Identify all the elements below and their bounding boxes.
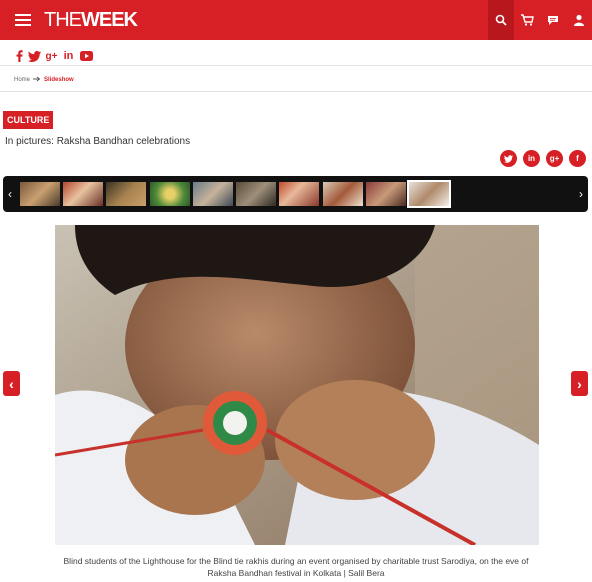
photo-caption: Blind students of the Lighthouse for the…	[20, 555, 572, 579]
linkedin-share-label: in	[527, 154, 536, 163]
caption-line-1: Blind students of the Lighthouse for the…	[63, 556, 529, 566]
share-buttons: in g+ f	[500, 150, 586, 167]
thumbnail-3[interactable]	[106, 182, 146, 206]
slide-next-button[interactable]: ›	[571, 371, 588, 396]
header-icons	[488, 0, 592, 40]
chevron-right-icon: ›	[577, 375, 582, 392]
thumbnail-4[interactable]	[150, 182, 190, 206]
search-icon[interactable]	[488, 0, 514, 40]
thumbnail-9[interactable]	[366, 182, 406, 206]
thumbnail-7[interactable]	[279, 182, 319, 206]
facebook-icon[interactable]	[15, 50, 23, 62]
page-title: In pictures: Raksha Bandhan celebrations	[5, 136, 191, 147]
top-header: THEWEEK	[0, 0, 592, 40]
thumbnail-5[interactable]	[193, 182, 233, 206]
logo-the: THE	[44, 9, 82, 31]
thumbnail-10-active[interactable]	[407, 180, 451, 208]
chat-icon[interactable]	[540, 0, 566, 40]
facebook-share-label: f	[576, 154, 579, 163]
youtube-icon[interactable]	[80, 50, 93, 62]
user-icon[interactable]	[566, 0, 592, 40]
google-plus-label: g+	[45, 50, 58, 62]
chevron-right-icon: ›	[579, 187, 583, 201]
chevron-left-icon: ‹	[8, 187, 12, 201]
thumbnail-8[interactable]	[323, 182, 363, 206]
cart-icon[interactable]	[514, 0, 540, 40]
breadcrumb-current: Slideshow	[44, 77, 74, 83]
site-logo[interactable]: THEWEEK	[44, 9, 138, 32]
strip-prev-button[interactable]: ‹	[3, 176, 17, 212]
thumbnail-1[interactable]	[20, 182, 60, 206]
facebook-share-icon[interactable]: f	[569, 150, 586, 167]
thumbnail-strip: ‹ ›	[3, 176, 588, 212]
arrow-right-icon	[33, 76, 41, 84]
linkedin-label: in	[63, 50, 74, 62]
breadcrumb: Home Slideshow	[14, 76, 74, 84]
linkedin-icon[interactable]: in	[62, 50, 75, 62]
strip-next-button[interactable]: ›	[574, 176, 588, 212]
twitter-icon[interactable]	[28, 50, 41, 62]
menu-icon[interactable]	[15, 14, 31, 26]
google-plus-share-label: g+	[549, 154, 560, 163]
twitter-share-icon[interactable]	[500, 150, 517, 167]
google-plus-share-icon[interactable]: g+	[546, 150, 563, 167]
main-slide-photo	[55, 225, 539, 545]
thumbnail-2[interactable]	[63, 182, 103, 206]
chevron-left-icon: ‹	[9, 375, 14, 392]
social-follow-row: g+ in	[0, 40, 592, 66]
google-plus-icon[interactable]: g+	[45, 50, 58, 62]
divider	[0, 91, 592, 92]
breadcrumb-home[interactable]: Home	[14, 77, 30, 83]
linkedin-share-icon[interactable]: in	[523, 150, 540, 167]
thumbnail-6[interactable]	[236, 182, 276, 206]
caption-line-2: Raksha Bandhan festival in Kolkata | Sal…	[207, 568, 385, 578]
slide-prev-button[interactable]: ‹	[3, 371, 20, 396]
logo-week: WEEK	[81, 9, 138, 31]
category-badge[interactable]: CULTURE	[3, 111, 54, 129]
